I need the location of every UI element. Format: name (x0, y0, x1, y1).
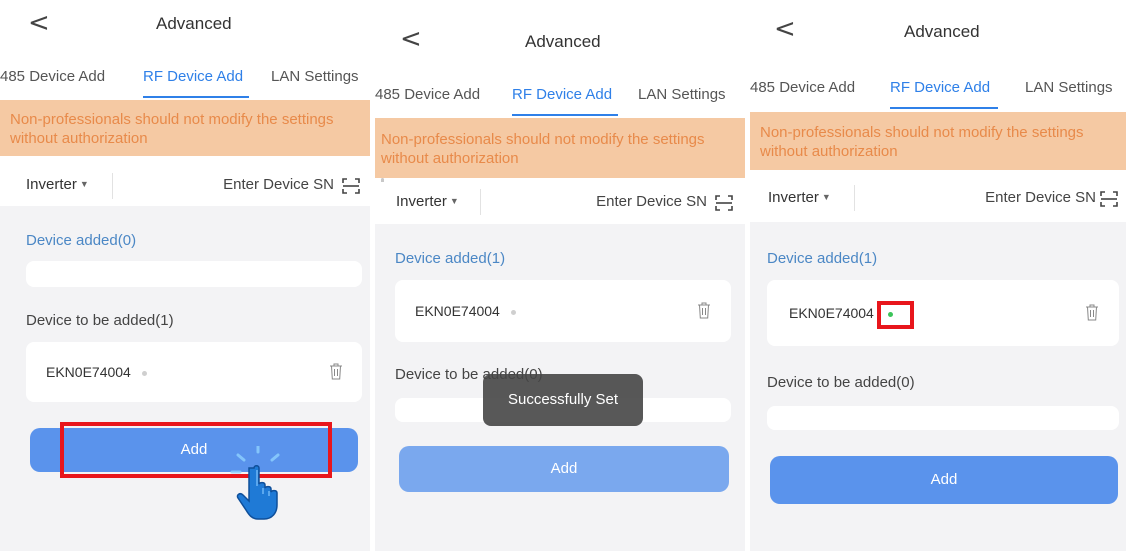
device-type-dropdown[interactable]: Inverter ▼ (26, 176, 89, 193)
tab-485-device-add[interactable]: 485 Device Add (750, 79, 855, 96)
list-item[interactable]: EKN0E74004 (767, 280, 1119, 346)
trash-icon[interactable] (697, 302, 711, 319)
add-button[interactable]: Add (770, 456, 1118, 504)
scan-icon[interactable] (715, 195, 733, 211)
back-icon[interactable]: < (28, 10, 50, 36)
tab-bar: 485 Device Add RF Device Add LAN Setting… (750, 62, 1126, 109)
tab-bar: 485 Device Add RF Device Add LAN Setting… (0, 56, 370, 98)
device-type-dropdown[interactable]: Inverter ▼ (768, 189, 831, 206)
device-to-add-title: Device to be added(1) (26, 312, 174, 329)
status-dot (511, 310, 516, 315)
device-to-add-title: Device to be added(0) (767, 374, 915, 391)
device-sn-input[interactable]: Enter Device SN (596, 193, 707, 210)
filter-bar: Inverter ▼ Enter Device SN (0, 166, 370, 206)
trash-icon[interactable] (1085, 304, 1099, 321)
divider (480, 189, 481, 215)
device-content: Device added(0) Device to be added(1) EK… (0, 206, 370, 551)
header: < Advanced (0, 0, 370, 48)
device-type-label: Inverter (768, 189, 819, 206)
warning-banner: Non-professionals should not modify the … (375, 118, 745, 178)
device-type-label: Inverter (26, 176, 77, 193)
chevron-down-icon: ▼ (449, 196, 459, 206)
filter-bar: Inverter ▼ Enter Device SN (375, 182, 745, 222)
device-sn-input[interactable]: Enter Device SN (985, 189, 1096, 206)
screen-step-1: < Advanced 485 Device Add RF Device Add … (0, 0, 370, 551)
device-added-title: Device added(0) (26, 232, 137, 249)
list-item[interactable]: EKN0E74004 (395, 280, 731, 342)
page-title: Advanced (904, 22, 980, 41)
screen-step-2: < Advanced 485 Device Add RF Device Add … (375, 0, 745, 551)
trash-icon[interactable] (329, 363, 343, 380)
warning-banner: Non-professionals should not modify the … (750, 112, 1126, 170)
divider (112, 173, 113, 199)
device-added-title: Device added(1) (767, 250, 878, 267)
tab-rf-device-add[interactable]: RF Device Add (143, 68, 243, 85)
device-sn: EKN0E74004 (415, 303, 500, 319)
device-to-add-list (767, 406, 1119, 430)
scan-icon[interactable] (342, 178, 360, 194)
device-sn: EKN0E74004 (789, 305, 874, 321)
device-sn: EKN0E74004 (46, 364, 131, 380)
tab-485-device-add[interactable]: 485 Device Add (0, 68, 105, 85)
tab-active-indicator (512, 114, 618, 116)
device-type-dropdown[interactable]: Inverter ▼ (396, 193, 459, 210)
tab-rf-device-add[interactable]: RF Device Add (890, 79, 990, 96)
back-icon[interactable]: < (400, 26, 422, 52)
device-sn-input[interactable]: Enter Device SN (223, 176, 334, 193)
tab-active-indicator (890, 107, 998, 109)
tab-lan-settings[interactable]: LAN Settings (271, 68, 359, 85)
device-type-label: Inverter (396, 193, 447, 210)
list-item[interactable]: EKN0E74004 (26, 342, 362, 402)
divider (854, 185, 855, 211)
tab-485-device-add[interactable]: 485 Device Add (375, 86, 480, 103)
tap-hand-icon (230, 446, 280, 520)
tab-lan-settings[interactable]: LAN Settings (638, 86, 726, 103)
chevron-down-icon: ▼ (821, 192, 831, 202)
device-content: Device added(1) EKN0E74004 Device to be … (375, 224, 745, 551)
tab-lan-settings[interactable]: LAN Settings (1025, 79, 1113, 96)
status-dot (142, 371, 147, 376)
chevron-down-icon: ▼ (79, 179, 89, 189)
highlight-box (877, 301, 914, 329)
device-content: Device added(1) EKN0E74004 Device to be … (750, 222, 1126, 551)
page-title: Advanced (525, 32, 601, 51)
add-button[interactable]: Add (399, 446, 729, 492)
scan-icon[interactable] (1100, 191, 1118, 207)
device-added-list (26, 261, 362, 287)
page-title: Advanced (156, 14, 232, 33)
screen-step-3: < Advanced 485 Device Add RF Device Add … (750, 0, 1126, 551)
back-icon[interactable]: < (774, 16, 796, 42)
header: < Advanced (750, 0, 1126, 48)
tab-active-indicator (143, 96, 249, 98)
device-added-title: Device added(1) (395, 250, 506, 267)
filter-bar: Inverter ▼ Enter Device SN (750, 178, 1126, 218)
success-toast: Successfully Set (483, 374, 643, 426)
tab-bar: 485 Device Add RF Device Add LAN Setting… (375, 74, 745, 116)
tab-rf-device-add[interactable]: RF Device Add (512, 86, 612, 103)
header: < Advanced (375, 14, 745, 62)
warning-banner: Non-professionals should not modify the … (0, 100, 370, 156)
